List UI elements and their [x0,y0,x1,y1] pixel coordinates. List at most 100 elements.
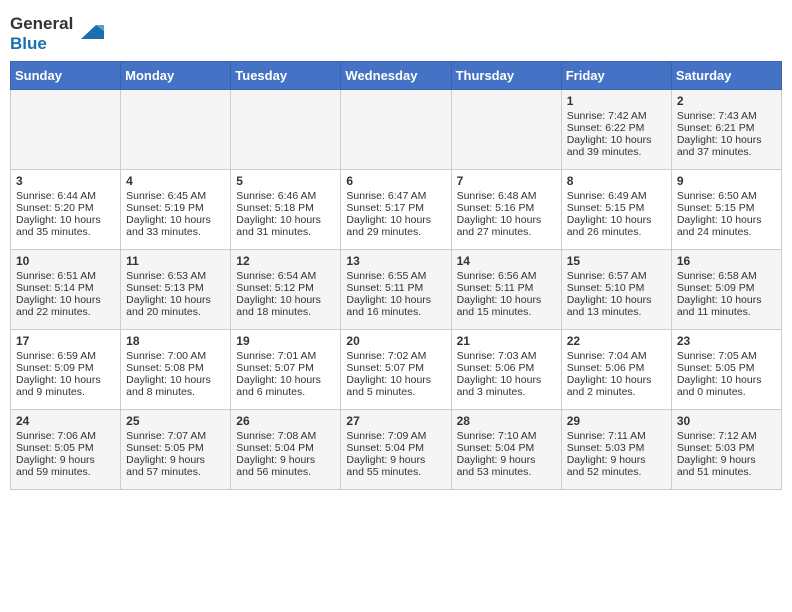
day-info: Sunset: 5:09 PM [16,362,115,374]
day-info: Daylight: 10 hours and 24 minutes. [677,214,776,238]
day-info: Daylight: 10 hours and 5 minutes. [346,374,445,398]
day-info: Daylight: 9 hours and 59 minutes. [16,454,115,478]
day-info: Sunset: 6:21 PM [677,122,776,134]
day-info: Sunrise: 7:10 AM [457,430,556,442]
col-header-thursday: Thursday [451,62,561,90]
day-info: Sunset: 5:05 PM [16,442,115,454]
day-info: Sunset: 5:13 PM [126,282,225,294]
day-number: 2 [677,94,776,108]
day-info: Sunrise: 6:44 AM [16,190,115,202]
day-info: Daylight: 9 hours and 52 minutes. [567,454,666,478]
day-number: 1 [567,94,666,108]
calendar-cell: 4Sunrise: 6:45 AMSunset: 5:19 PMDaylight… [121,170,231,250]
calendar-cell [231,90,341,170]
calendar-week-row: 17Sunrise: 6:59 AMSunset: 5:09 PMDayligh… [11,330,782,410]
calendar-cell: 13 Sunrise: 6:55 AMSunset: 5:11 PMDayligh… [341,250,451,330]
calendar-week-row: 3Sunrise: 6:44 AMSunset: 5:20 PMDaylight… [11,170,782,250]
day-info: Daylight: 10 hours and 35 minutes. [16,214,115,238]
day-number: 13 [346,254,445,268]
day-number: 20 [346,334,445,348]
calendar-cell: 14Sunrise: 6:56 AMSunset: 5:11 PMDayligh… [451,250,561,330]
calendar-cell: 9Sunrise: 6:50 AMSunset: 5:15 PMDaylight… [671,170,781,250]
day-info: Sunrise: 7:01 AM [236,350,335,362]
day-info: Daylight: 10 hours and 31 minutes. [236,214,335,238]
day-number: 6 [346,174,445,188]
day-info: Daylight: 9 hours and 53 minutes. [457,454,556,478]
day-info: Sunrise: 7:05 AM [677,350,776,362]
day-info: Sunrise: 7:12 AM [677,430,776,442]
day-number: 3 [16,174,115,188]
calendar-week-row: 10Sunrise: 6:51 AMSunset: 5:14 PMDayligh… [11,250,782,330]
day-info: Daylight: 10 hours and 16 minutes. [346,294,445,318]
day-info: Sunset: 5:04 PM [457,442,556,454]
day-info: Sunset: 5:11 PM [457,282,556,294]
day-info: Sunrise: 7:03 AM [457,350,556,362]
day-info: Sunrise: 7:04 AM [567,350,666,362]
calendar-cell: 6Sunrise: 6:47 AMSunset: 5:17 PMDaylight… [341,170,451,250]
day-number: 21 [457,334,556,348]
day-info: Daylight: 9 hours and 55 minutes. [346,454,445,478]
day-info: Sunset: 5:04 PM [236,442,335,454]
day-info: Daylight: 10 hours and 20 minutes. [126,294,225,318]
day-info: Sunrise: 6:51 AM [16,270,115,282]
logo-icon [76,17,106,47]
calendar-cell: 24Sunrise: 7:06 AMSunset: 5:05 PMDayligh… [11,410,121,490]
day-info: Daylight: 9 hours and 51 minutes. [677,454,776,478]
col-header-monday: Monday [121,62,231,90]
calendar-week-row: 1Sunrise: 7:42 AMSunset: 6:22 PMDaylight… [11,90,782,170]
day-number: 5 [236,174,335,188]
day-info: Sunrise: 6:47 AM [346,190,445,202]
calendar-header-row: SundayMondayTuesdayWednesdayThursdayFrid… [11,62,782,90]
calendar-cell: 23Sunrise: 7:05 AMSunset: 5:05 PMDayligh… [671,330,781,410]
day-info: Sunset: 5:11 PM [346,282,445,294]
col-header-wednesday: Wednesday [341,62,451,90]
day-info: Daylight: 10 hours and 22 minutes. [16,294,115,318]
calendar-cell: 11Sunrise: 6:53 AMSunset: 5:13 PMDayligh… [121,250,231,330]
day-info: Sunrise: 6:57 AM [567,270,666,282]
calendar-cell: 2Sunrise: 7:43 AMSunset: 6:21 PMDaylight… [671,90,781,170]
day-info: Sunrise: 7:07 AM [126,430,225,442]
day-info: Sunset: 5:16 PM [457,202,556,214]
day-info: Sunset: 5:08 PM [126,362,225,374]
calendar-cell: 8Sunrise: 6:49 AMSunset: 5:15 PMDaylight… [561,170,671,250]
day-number: 12 [236,254,335,268]
day-info: Sunrise: 6:48 AM [457,190,556,202]
calendar-cell: 7Sunrise: 6:48 AMSunset: 5:16 PMDaylight… [451,170,561,250]
calendar-cell: 17Sunrise: 6:59 AMSunset: 5:09 PMDayligh… [11,330,121,410]
day-number: 10 [16,254,115,268]
day-number: 24 [16,414,115,428]
day-number: 28 [457,414,556,428]
col-header-friday: Friday [561,62,671,90]
day-info: Sunrise: 6:56 AM [457,270,556,282]
calendar-week-row: 24Sunrise: 7:06 AMSunset: 5:05 PMDayligh… [11,410,782,490]
day-number: 26 [236,414,335,428]
calendar-cell: 3 Sunrise: 6:44 AMSunset: 5:20 PMDaylight… [11,170,121,250]
day-info: Sunset: 5:20 PM [16,202,115,214]
calendar-cell: 29Sunrise: 7:11 AMSunset: 5:03 PMDayligh… [561,410,671,490]
day-number: 18 [126,334,225,348]
day-number: 17 [16,334,115,348]
col-header-tuesday: Tuesday [231,62,341,90]
day-info: Sunset: 5:17 PM [346,202,445,214]
day-info: Sunrise: 6:55 AM [346,270,445,282]
day-info: Sunset: 5:05 PM [677,362,776,374]
day-info: Sunrise: 6:45 AM [126,190,225,202]
day-number: 27 [346,414,445,428]
calendar-cell: 1Sunrise: 7:42 AMSunset: 6:22 PMDaylight… [561,90,671,170]
calendar-cell: 22Sunrise: 7:04 AMSunset: 5:06 PMDayligh… [561,330,671,410]
day-info: Sunrise: 7:02 AM [346,350,445,362]
day-info: Sunrise: 6:54 AM [236,270,335,282]
day-number: 7 [457,174,556,188]
calendar-cell: 21Sunrise: 7:03 AMSunset: 5:06 PMDayligh… [451,330,561,410]
day-info: Sunset: 5:07 PM [236,362,335,374]
logo-general: General [10,14,73,34]
day-number: 9 [677,174,776,188]
day-info: Daylight: 10 hours and 9 minutes. [16,374,115,398]
day-number: 30 [677,414,776,428]
day-info: Sunrise: 6:46 AM [236,190,335,202]
day-info: Daylight: 10 hours and 18 minutes. [236,294,335,318]
day-info: Daylight: 10 hours and 0 minutes. [677,374,776,398]
day-info: Daylight: 10 hours and 37 minutes. [677,134,776,158]
logo-blue: Blue [10,34,73,54]
calendar-cell [341,90,451,170]
